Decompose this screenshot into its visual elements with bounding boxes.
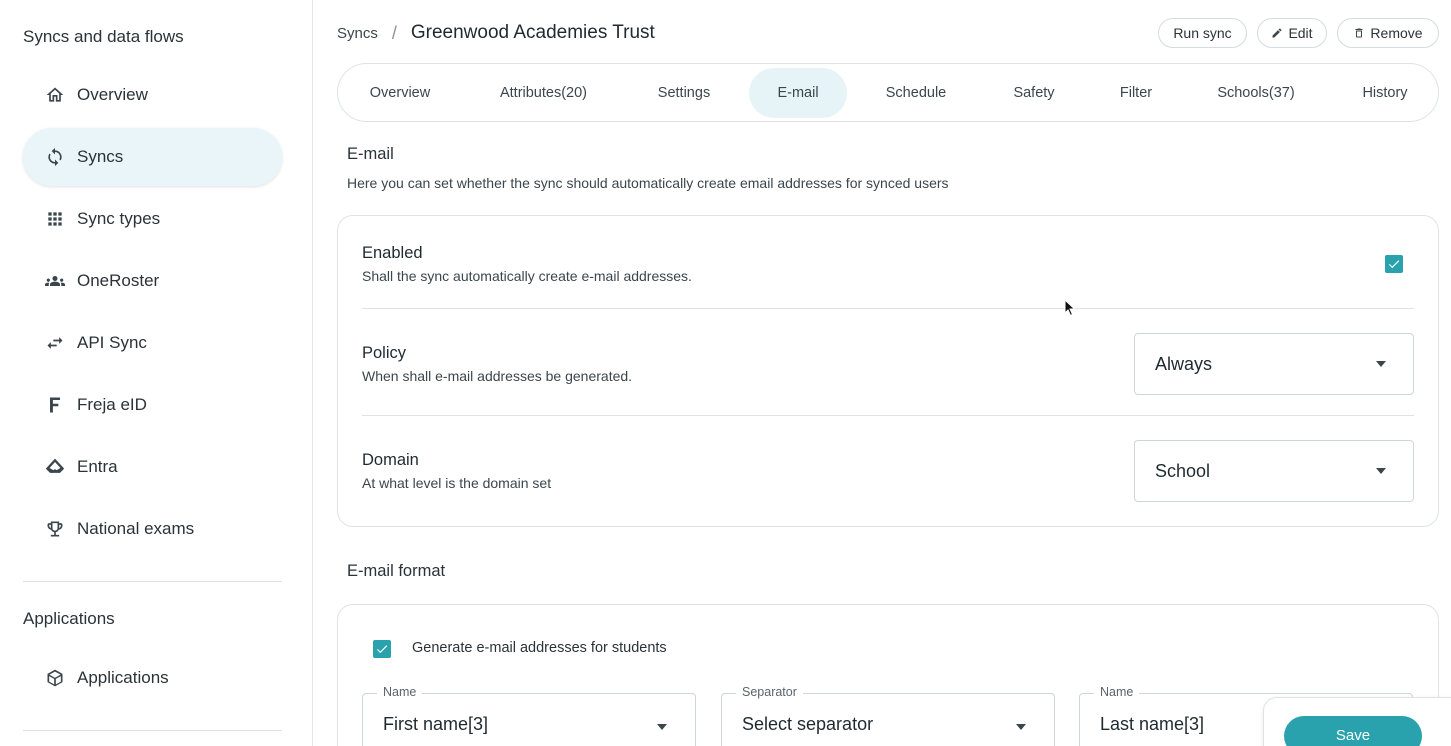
field-value: Select separator: [742, 714, 874, 734]
tab-history[interactable]: History: [1340, 68, 1430, 118]
tab-safety[interactable]: Safety: [991, 68, 1077, 118]
sidebar-item-api-sync[interactable]: API Sync: [23, 314, 282, 372]
sidebar-item-label: OneRoster: [77, 271, 160, 290]
sidebar-item-applications[interactable]: Applications: [23, 649, 282, 707]
sidebar-item-label: Sync types: [77, 209, 161, 228]
sidebar-item-label: Syncs: [77, 147, 124, 166]
sidebar-item-oneroster[interactable]: OneRoster: [23, 252, 282, 310]
remove-button[interactable]: Remove: [1337, 18, 1439, 48]
people-icon: [44, 270, 66, 292]
freja-f-icon: [44, 394, 66, 416]
tab-filter[interactable]: Filter: [1098, 68, 1174, 118]
tab-bar: Overview Attributes(20) Settings E-mail …: [337, 63, 1439, 122]
policy-select[interactable]: Always: [1134, 333, 1414, 395]
tab-schools[interactable]: Schools(37): [1200, 68, 1312, 118]
check-icon: [376, 645, 388, 654]
domain-title: Domain: [362, 451, 419, 469]
mouse-cursor-icon: [1064, 299, 1076, 317]
caret-down-icon: [1376, 361, 1386, 367]
sidebar-item-label: Entra: [77, 457, 118, 476]
tab-schedule[interactable]: Schedule: [866, 68, 966, 118]
field-label: Name: [1094, 685, 1140, 699]
sidebar-item-syncs[interactable]: Syncs: [23, 128, 282, 186]
generate-students-label: Generate e-mail addresses for students: [412, 640, 667, 656]
page-title: Greenwood Academies Trust: [410, 22, 655, 43]
row-divider: [362, 415, 1414, 416]
field-value: First name[3]: [383, 714, 489, 734]
trophy-icon: [44, 518, 66, 540]
tab-settings[interactable]: Settings: [636, 68, 732, 118]
remove-label: Remove: [1370, 25, 1423, 41]
sidebar-item-national-exams[interactable]: National exams: [23, 500, 282, 558]
policy-title: Policy: [362, 344, 407, 362]
breadcrumb-syncs-link[interactable]: Syncs: [337, 25, 378, 42]
field-value: Last name[3]: [1100, 714, 1205, 734]
run-sync-label: Run sync: [1173, 25, 1232, 41]
caret-down-icon: [1016, 724, 1026, 730]
email-section-title: E-mail: [347, 145, 394, 163]
sidebar-item-label: API Sync: [77, 333, 147, 352]
sidebar-divider: [23, 581, 282, 582]
sync-icon: [44, 146, 66, 168]
sidebar-item-label: Freja eID: [77, 395, 147, 414]
enabled-title: Enabled: [362, 244, 423, 262]
caret-down-icon: [657, 724, 667, 730]
sidebar-item-label: Overview: [77, 85, 148, 104]
separator-field[interactable]: Separator Select separator: [721, 685, 1055, 746]
sidebar-divider: [23, 730, 282, 731]
sidebar-apps-heading: Applications: [23, 609, 115, 628]
policy-select-value: Always: [1155, 353, 1213, 374]
domain-description: At what level is the domain set: [362, 475, 552, 491]
email-section-description: Here you can set whether the sync should…: [347, 175, 949, 191]
sidebar-item-entra[interactable]: Entra: [23, 438, 282, 496]
grid-icon: [44, 208, 66, 230]
swap-arrows-icon: [44, 332, 66, 354]
sidebar-item-label: Applications: [77, 668, 169, 687]
run-sync-button[interactable]: Run sync: [1158, 18, 1247, 48]
tab-attributes[interactable]: Attributes(20): [478, 68, 609, 118]
enabled-description: Shall the sync automatically create e-ma…: [362, 268, 692, 284]
email-format-title: E-mail format: [347, 562, 446, 580]
generate-students-checkbox[interactable]: [373, 640, 391, 658]
caret-down-icon: [1376, 468, 1386, 474]
pencil-icon: [1271, 27, 1283, 39]
edit-button[interactable]: Edit: [1257, 18, 1327, 48]
domain-select[interactable]: School: [1134, 440, 1414, 502]
breadcrumb: Syncs / Greenwood Academies Trust: [337, 20, 655, 46]
sidebar: Syncs and data flows Overview Syncs Sync…: [0, 0, 313, 746]
breadcrumb-separator: /: [391, 22, 397, 43]
entra-icon: [44, 456, 66, 478]
name-field-first[interactable]: Name First name[3]: [362, 685, 696, 746]
sidebar-item-sync-types[interactable]: Sync types: [23, 190, 282, 248]
tab-overview[interactable]: Overview: [348, 68, 452, 118]
trash-icon: [1353, 27, 1365, 39]
policy-description: When shall e-mail addresses be generated…: [362, 368, 633, 384]
tab-email[interactable]: E-mail: [749, 68, 847, 118]
sidebar-heading: Syncs and data flows: [23, 27, 184, 46]
cube-icon: [44, 667, 66, 689]
sidebar-item-freja-eid[interactable]: Freja eID: [23, 376, 282, 434]
field-label: Separator: [736, 685, 803, 699]
home-icon: [44, 84, 66, 106]
check-icon: [1388, 260, 1400, 269]
field-label: Name: [377, 685, 423, 699]
edit-label: Edit: [1288, 25, 1313, 41]
save-button[interactable]: Save: [1284, 716, 1422, 746]
sidebar-item-label: National exams: [77, 519, 195, 538]
sidebar-item-overview[interactable]: Overview: [23, 66, 282, 124]
domain-select-value: School: [1155, 460, 1211, 481]
row-divider: [362, 308, 1414, 309]
enabled-checkbox[interactable]: [1385, 255, 1403, 273]
